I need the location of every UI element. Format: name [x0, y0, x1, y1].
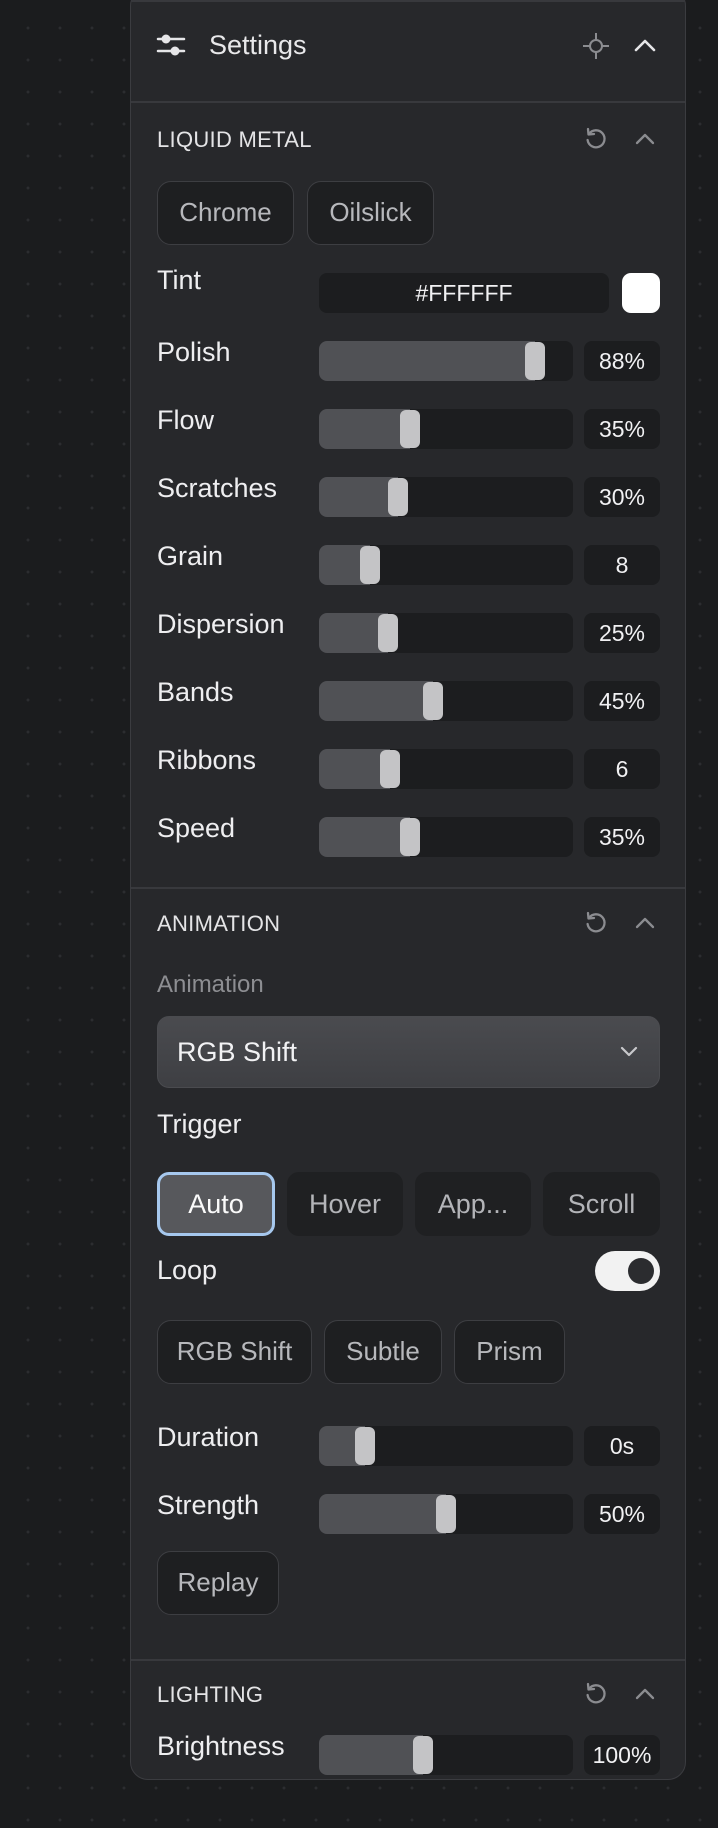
speed-label: Speed — [157, 813, 236, 843]
preset-prism-button[interactable]: Prism — [454, 1320, 565, 1384]
brightness-slider-fill — [319, 1735, 424, 1775]
bands-slider[interactable] — [319, 681, 573, 721]
sliders-icon — [153, 27, 189, 63]
strength-slider-fill — [319, 1494, 446, 1534]
dispersion-slider-thumb[interactable] — [377, 614, 398, 652]
flow-slider-thumb[interactable] — [400, 410, 421, 448]
bands-slider-fill — [319, 681, 434, 721]
dispersion-value[interactable]: 25% — [584, 613, 660, 653]
reset-icon[interactable] — [579, 1677, 613, 1711]
grain-slider[interactable] — [319, 545, 573, 585]
strength-label: Strength — [157, 1490, 260, 1520]
section-title-liquid-metal: LIQUID METAL — [157, 127, 312, 152]
loop-toggle[interactable] — [595, 1251, 660, 1291]
tint-color-swatch[interactable] — [622, 273, 660, 313]
polish-label: Polish — [157, 337, 231, 367]
duration-slider[interactable] — [319, 1426, 573, 1466]
section-divider — [131, 1659, 685, 1661]
loop-label: Loop — [157, 1255, 218, 1285]
chevron-down-icon — [617, 1039, 641, 1068]
flow-label: Flow — [157, 405, 215, 435]
scratches-label: Scratches — [157, 473, 278, 503]
brightness-slider-thumb[interactable] — [413, 1736, 434, 1774]
preset-subtle-button[interactable]: Subtle — [324, 1320, 442, 1384]
trigger-hover-button[interactable]: Hover — [287, 1172, 403, 1236]
flow-value[interactable]: 35% — [584, 409, 660, 449]
reset-icon[interactable] — [579, 906, 613, 940]
animation-select-label: Animation — [157, 971, 264, 998]
replay-button[interactable]: Replay — [157, 1551, 279, 1615]
header-divider — [131, 101, 685, 103]
trigger-scroll-button[interactable]: Scroll — [543, 1172, 660, 1236]
duration-value[interactable]: 0s — [584, 1426, 660, 1466]
collapse-section-chevron-up-icon[interactable] — [628, 122, 662, 156]
scratches-slider[interactable] — [319, 477, 573, 517]
brightness-value[interactable]: 100% — [584, 1735, 660, 1775]
ribbons-value[interactable]: 6 — [584, 749, 660, 789]
preset-oilslick-button[interactable]: Oilslick — [307, 181, 434, 245]
dispersion-label: Dispersion — [157, 609, 285, 639]
animation-select[interactable]: RGB Shift — [157, 1016, 660, 1088]
reset-icon[interactable] — [579, 122, 613, 156]
strength-slider[interactable] — [319, 1494, 573, 1534]
section-divider — [131, 887, 685, 889]
strength-slider-thumb[interactable] — [436, 1495, 456, 1533]
strength-value[interactable]: 50% — [584, 1494, 660, 1534]
polish-slider-thumb[interactable] — [524, 342, 545, 380]
trigger-appear-button[interactable]: App... — [415, 1172, 531, 1236]
flow-slider[interactable] — [319, 409, 573, 449]
scratches-slider-thumb[interactable] — [387, 478, 408, 516]
polish-slider[interactable] — [319, 341, 573, 381]
tint-hex-input[interactable]: #FFFFFF — [319, 273, 609, 313]
grain-label: Grain — [157, 541, 224, 571]
ribbons-slider-thumb[interactable] — [380, 750, 401, 788]
speed-value[interactable]: 35% — [584, 817, 660, 857]
collapse-section-chevron-up-icon[interactable] — [628, 1677, 662, 1711]
dispersion-slider[interactable] — [319, 613, 573, 653]
loop-toggle-knob — [628, 1258, 654, 1284]
bands-label: Bands — [157, 677, 234, 707]
duration-label: Duration — [157, 1422, 260, 1452]
collapse-panel-chevron-up-icon[interactable] — [628, 29, 662, 63]
grain-value[interactable]: 8 — [584, 545, 660, 585]
section-title-animation: ANIMATION — [157, 911, 281, 936]
panel-title: Settings — [209, 30, 307, 60]
scratches-value[interactable]: 30% — [584, 477, 660, 517]
ribbons-slider[interactable] — [319, 749, 573, 789]
polish-value[interactable]: 88% — [584, 341, 660, 381]
animation-select-value: RGB Shift — [177, 1037, 298, 1067]
top-divider — [131, 0, 685, 2]
section-title-lighting: LIGHTING — [157, 1682, 264, 1707]
polish-slider-fill — [319, 341, 535, 381]
ribbons-label: Ribbons — [157, 745, 257, 775]
grain-slider-thumb[interactable] — [359, 546, 380, 584]
collapse-section-chevron-up-icon[interactable] — [628, 906, 662, 940]
flow-slider-fill — [319, 409, 411, 449]
panel-header: Settings — [131, 0, 685, 101]
brightness-label: Brightness — [157, 1731, 285, 1761]
preset-rgb-shift-button[interactable]: RGB Shift — [157, 1320, 312, 1384]
speed-slider-fill — [319, 817, 411, 857]
speed-slider[interactable] — [319, 817, 573, 857]
bands-slider-thumb[interactable] — [423, 682, 444, 720]
scratches-slider-fill — [319, 477, 398, 517]
bands-value[interactable]: 45% — [584, 681, 660, 721]
crosshair-icon[interactable] — [579, 29, 613, 63]
preset-chrome-button[interactable]: Chrome — [157, 181, 294, 245]
trigger-auto-button[interactable]: Auto — [157, 1172, 275, 1236]
trigger-label: Trigger — [157, 1109, 242, 1139]
duration-slider-thumb[interactable] — [354, 1427, 375, 1465]
tint-label: Tint — [157, 265, 202, 295]
settings-panel: Settings LIQUID METAL Chrome Oilslick Ti… — [130, 0, 686, 1780]
brightness-slider[interactable] — [319, 1735, 573, 1775]
speed-slider-thumb[interactable] — [400, 818, 421, 856]
